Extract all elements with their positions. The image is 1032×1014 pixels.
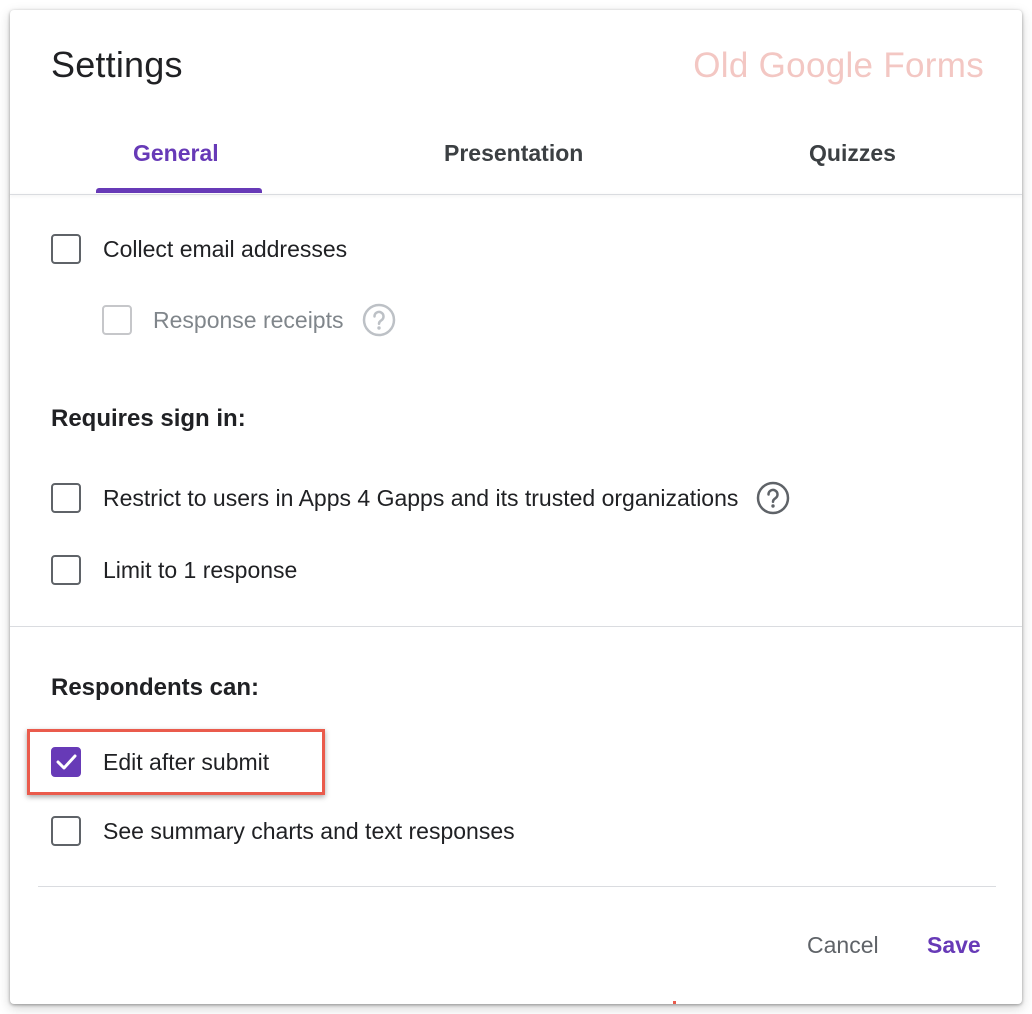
response-receipts-checkbox[interactable] xyxy=(102,305,132,335)
see-summary-checkbox[interactable] xyxy=(51,816,81,846)
tabs-divider xyxy=(10,194,1022,195)
tab-general[interactable]: General xyxy=(133,140,219,167)
settings-dialog: Settings Old Google Forms General Presen… xyxy=(10,10,1022,1004)
response-receipts-row: Response receipts xyxy=(102,303,396,337)
restrict-users-row[interactable]: Restrict to users in Apps 4 Gapps and it… xyxy=(51,481,790,515)
collect-email-row[interactable]: Collect email addresses xyxy=(51,234,347,264)
edit-after-submit-checkbox[interactable] xyxy=(51,747,81,777)
requires-sign-in-heading: Requires sign in: xyxy=(51,405,246,432)
see-summary-row[interactable]: See summary charts and text responses xyxy=(51,816,515,846)
checkmark-icon xyxy=(56,754,77,770)
tab-presentation[interactable]: Presentation xyxy=(444,140,583,167)
footer-divider xyxy=(38,886,996,887)
watermark-text: Old Google Forms xyxy=(693,46,984,85)
active-tab-indicator xyxy=(96,188,262,193)
edit-after-submit-row[interactable]: Edit after submit xyxy=(51,747,269,777)
collect-email-label: Collect email addresses xyxy=(103,235,348,262)
limit-one-label: Limit to 1 response xyxy=(103,556,298,583)
section-divider xyxy=(10,626,1022,627)
edit-after-submit-label: Edit after submit xyxy=(103,748,270,775)
restrict-users-label: Restrict to users in Apps 4 Gapps and it… xyxy=(103,484,739,511)
respondents-can-heading: Respondents can: xyxy=(51,674,260,701)
restrict-users-checkbox[interactable] xyxy=(51,483,81,513)
tab-bar: General Presentation Quizzes xyxy=(10,130,1022,194)
collect-email-checkbox[interactable] xyxy=(51,234,81,264)
cancel-button[interactable]: Cancel xyxy=(807,932,879,959)
response-receipts-label: Response receipts xyxy=(153,306,344,333)
help-circle-icon[interactable] xyxy=(362,303,396,337)
dialog-title: Settings xyxy=(51,44,183,85)
limit-one-row[interactable]: Limit to 1 response xyxy=(51,555,297,585)
annotation-mark xyxy=(673,1001,676,1004)
tab-quizzes[interactable]: Quizzes xyxy=(809,140,896,167)
limit-one-checkbox[interactable] xyxy=(51,555,81,585)
save-button[interactable]: Save xyxy=(927,932,981,959)
see-summary-label: See summary charts and text responses xyxy=(103,817,515,844)
help-circle-icon[interactable] xyxy=(756,481,790,515)
